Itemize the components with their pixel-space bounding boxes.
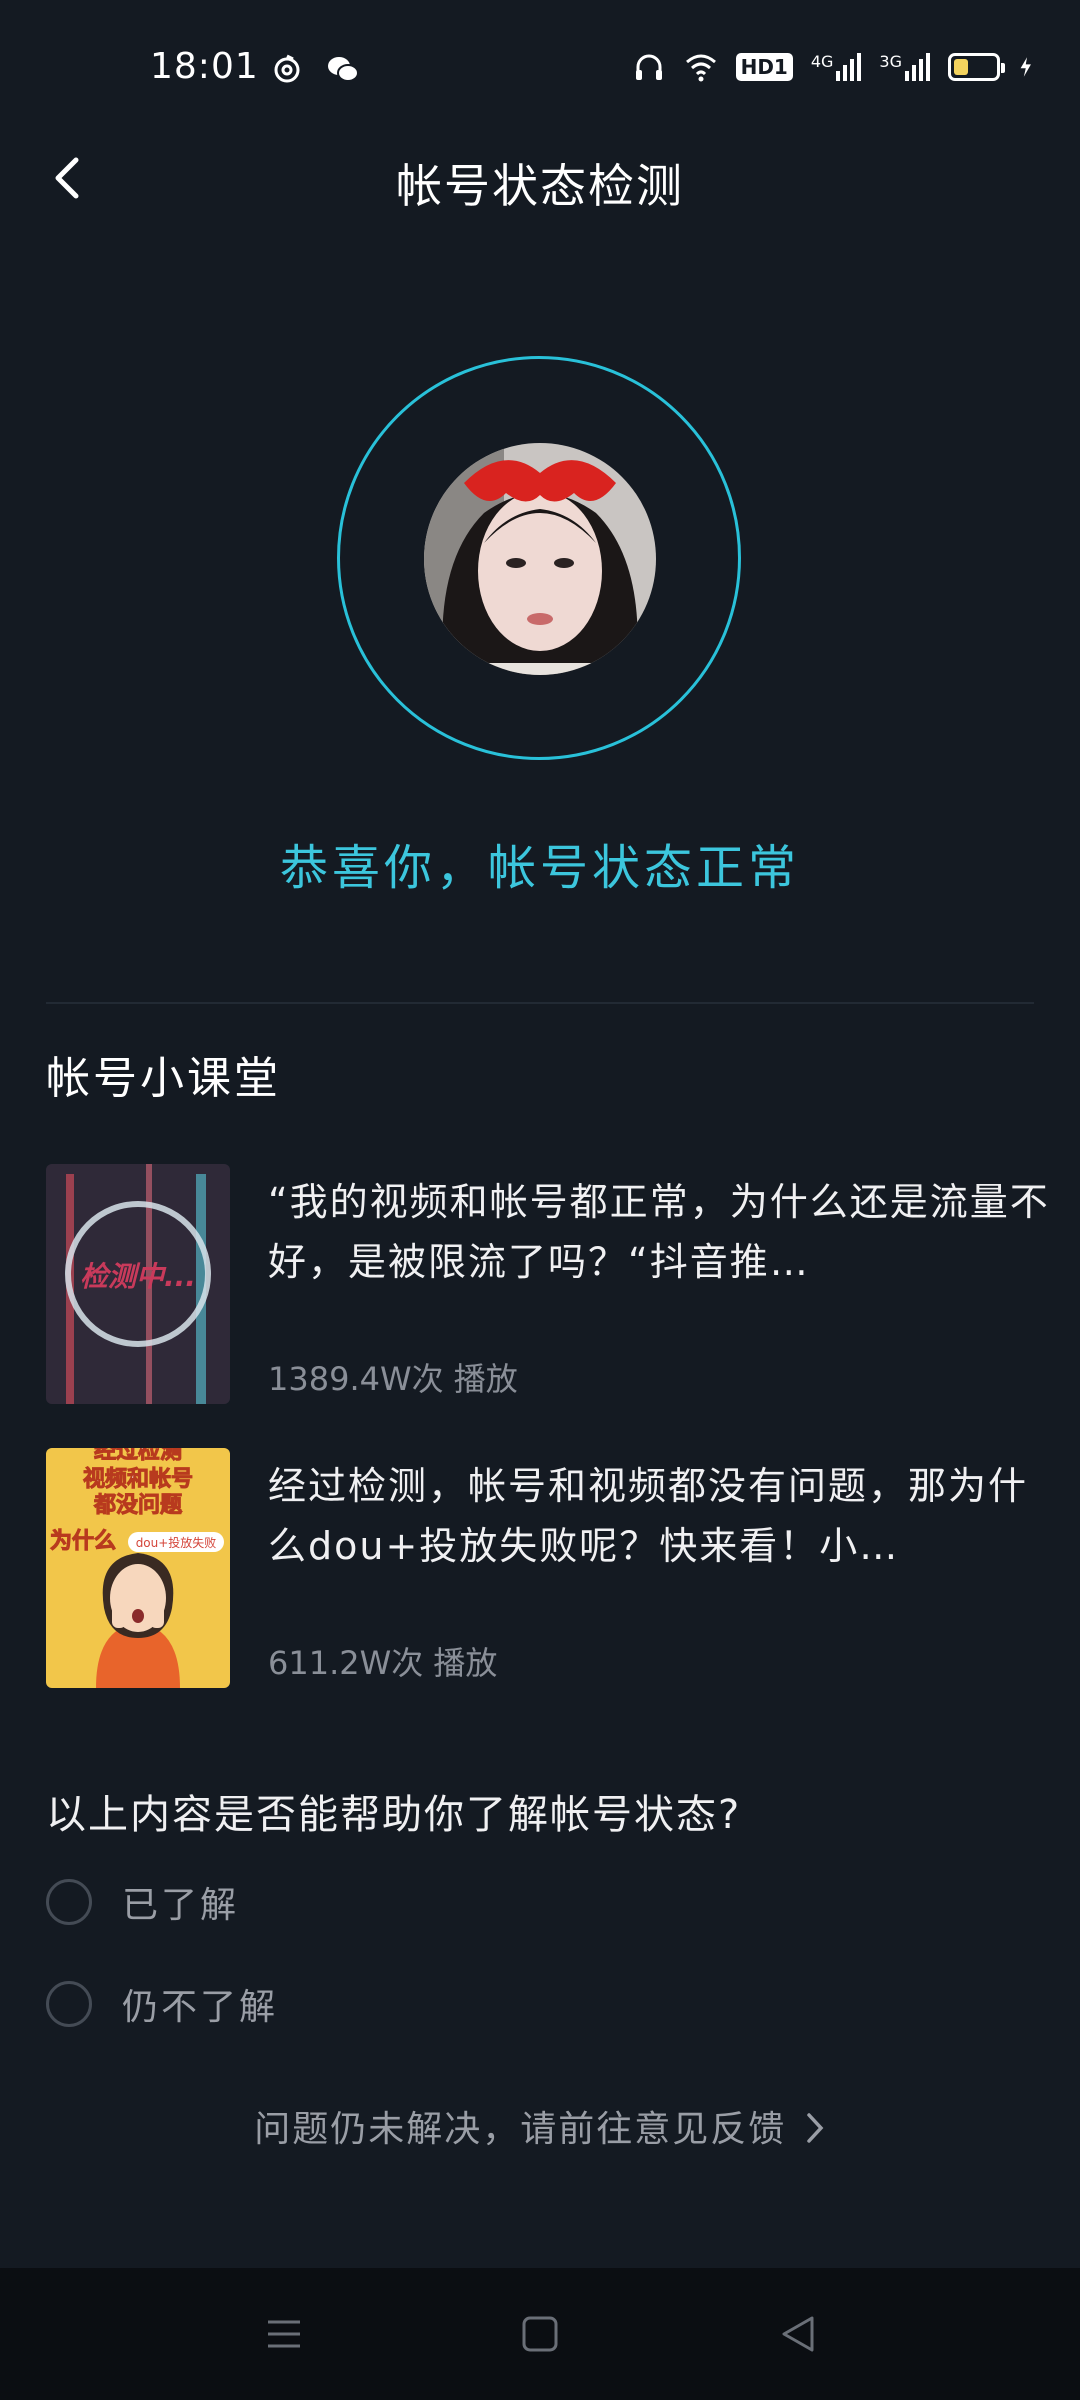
network-3g-label: 3G <box>879 52 902 71</box>
thumb-text-line-3: 都没问题 <box>93 1493 183 1518</box>
option-not-understood[interactable]: 仍不了解 <box>46 1974 278 2034</box>
feedback-link[interactable]: 问题仍未解决，请前往意见反馈 <box>0 2100 1080 2152</box>
lesson-title: “我的视频和帐号都正常，为什么还是流量不好，是被限流了吗？“抖音推… <box>268 1180 1050 1284</box>
status-message: 恭喜你，帐号状态正常 <box>279 840 800 896</box>
feedback-text: 问题仍未解决，请前往意见反馈 <box>254 2109 787 2150</box>
thumb-text-line-2: 视频和帐号 <box>83 1466 193 1492</box>
page: 18:01 HD1 4G 3G 帐号状态检测 恭喜你，帐号状态正常 帐号小课堂 … <box>0 0 1080 2400</box>
thumb-badge: dou+投放失败 <box>136 1535 217 1550</box>
status-time: 18:01 <box>150 46 259 87</box>
status-left-icons <box>270 52 360 86</box>
chevron-right-icon <box>806 2113 824 2143</box>
lesson-thumbnail: 检测中... <box>46 1164 230 1404</box>
menu-icon[interactable] <box>264 2314 304 2354</box>
divider <box>46 1002 1034 1004</box>
netease-music-icon <box>274 54 300 83</box>
status-right-icons: HD1 4G 3G <box>632 50 1040 84</box>
wifi-icon <box>685 54 716 82</box>
thumb-text-line-1: 经过检测 <box>94 1448 182 1464</box>
radio-button[interactable] <box>46 1879 92 1925</box>
section-title: 帐号小课堂 <box>46 1053 281 1104</box>
radio-button[interactable] <box>46 1981 92 2027</box>
avatar <box>424 443 656 675</box>
option-label: 仍不了解 <box>122 1987 279 2028</box>
thumb-text-line-4: 为什么 <box>50 1529 116 1554</box>
headphones-icon <box>635 54 662 80</box>
status-bar: 18:01 HD1 4G 3G <box>0 0 1080 140</box>
avatar-image <box>424 443 656 675</box>
signal-3g-icon: 3G <box>879 52 930 81</box>
network-4g-label: 4G <box>810 52 834 71</box>
survey-question: 以上内容是否能帮助你了解帐号状态? <box>46 1792 742 1838</box>
lesson-thumbnail: 经过检测 视频和帐号 都没问题 为什么 dou+投放失败 <box>46 1448 230 1688</box>
lesson-views: 1389.4W次 播放 <box>268 1360 518 1398</box>
system-nav-bar <box>0 2268 1080 2400</box>
battery-icon <box>948 53 1005 81</box>
option-label: 已了解 <box>122 1885 240 1926</box>
back-triangle-icon[interactable] <box>778 2314 818 2354</box>
lesson-title: 经过检测，帐号和视频都没有问题，那为什么dou+投放失败呢？快来看！小… <box>268 1464 1029 1568</box>
header: 帐号状态检测 <box>0 140 1080 220</box>
charging-icon <box>1020 57 1031 77</box>
option-understood[interactable]: 已了解 <box>46 1872 239 1932</box>
thumb-overlay-text: 检测中... <box>80 1260 196 1293</box>
signal-4g-icon: 4G <box>810 52 862 81</box>
lesson-item[interactable]: 检测中... “我的视频和帐号都正常，为什么还是流量不好，是被限流了吗？“抖音推… <box>46 1164 1048 1404</box>
lesson-item[interactable]: 经过检测 视频和帐号 都没问题 为什么 dou+投放失败 经过检测，帐号和视频都… <box>46 1448 1036 1688</box>
page-title: 帐号状态检测 <box>396 159 684 213</box>
lesson-views: 611.2W次 播放 <box>268 1644 498 1682</box>
home-square-icon[interactable] <box>520 2314 560 2354</box>
hd-icon: HD1 <box>735 53 793 81</box>
wechat-icon <box>328 57 359 82</box>
